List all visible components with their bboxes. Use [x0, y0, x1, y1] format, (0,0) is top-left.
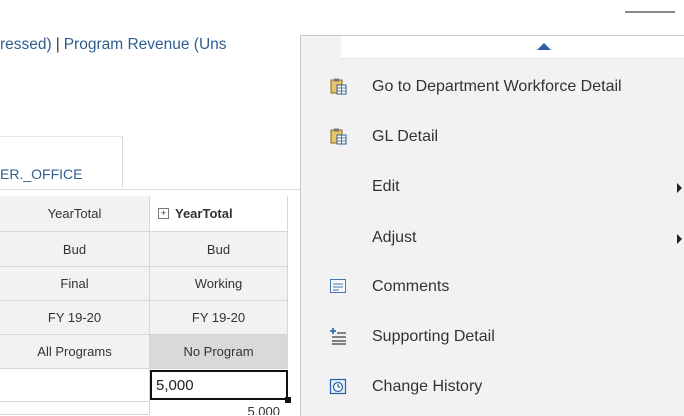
clipboard-grid-icon: [330, 78, 347, 95]
col-header-version: Final: [0, 267, 150, 301]
menu-item-change-history[interactable]: Change History: [301, 365, 684, 411]
window-minimize-line: [625, 11, 675, 13]
tab-separator: |: [55, 36, 60, 53]
col-header-yeartotal: YearTotal: [0, 196, 150, 232]
menu-item-label: Comments: [372, 278, 450, 295]
comment-note-icon: [330, 279, 346, 293]
selected-data-cell[interactable]: 5,000: [150, 370, 291, 403]
col-header-year: FY 19-20: [150, 301, 288, 335]
menu-item-label: Edit: [372, 178, 400, 195]
menu-item-comments[interactable]: Comments: [301, 265, 684, 311]
menu-scroll-up[interactable]: [341, 36, 684, 59]
menu-item-label: Change History: [372, 378, 483, 395]
col-header-scenario: Bud: [0, 232, 150, 267]
menu-item-department-workforce-detail[interactable]: Go to Department Workforce Detail: [301, 65, 684, 111]
data-cell-value[interactable]: 5,000: [150, 402, 288, 415]
menu-item-gl-detail[interactable]: GL Detail: [301, 115, 684, 161]
data-cell[interactable]: [0, 402, 150, 415]
col-header-program: All Programs: [0, 335, 150, 369]
scroll-up-arrow-icon[interactable]: [537, 43, 551, 50]
data-cell[interactable]: [0, 369, 150, 402]
clipboard-grid-icon: [330, 128, 347, 145]
tab-title-previous[interactable]: ressed): [0, 36, 52, 53]
form-tab-titles: ressed) | Program Revenue (Uns: [0, 36, 227, 56]
menu-item-edit[interactable]: Edit: [301, 165, 684, 211]
menu-item-supporting-detail[interactable]: Supporting Detail: [301, 315, 684, 361]
tab-title-program-revenue[interactable]: Program Revenue (Uns: [64, 36, 227, 53]
col-header-program: No Program: [150, 335, 288, 369]
col-header-label: YearTotal: [175, 206, 233, 221]
col-header-scenario: Bud: [150, 232, 288, 267]
pov-divider: [0, 189, 300, 190]
col-header-yeartotal-expandable[interactable]: + YearTotal: [150, 196, 288, 232]
menu-item-label: Go to Department Workforce Detail: [372, 78, 622, 95]
pov-dimension-label[interactable]: ER._OFFICE: [0, 166, 82, 182]
supporting-detail-icon: [330, 328, 346, 345]
submenu-arrow-icon: [677, 183, 682, 193]
menu-item-label: Adjust: [372, 229, 417, 246]
history-clock-icon: [329, 378, 347, 395]
menu-item-label: GL Detail: [372, 128, 439, 145]
cell-value: 5,000: [156, 377, 194, 394]
context-menu: Go to Department Workforce Detail GL Det…: [300, 35, 684, 416]
col-header-version: Working: [150, 267, 288, 301]
menu-item-adjust[interactable]: Adjust: [301, 216, 684, 262]
expand-plus-icon[interactable]: +: [158, 208, 169, 219]
submenu-arrow-icon: [677, 234, 682, 244]
col-header-year: FY 19-20: [0, 301, 150, 335]
menu-item-label: Supporting Detail: [372, 328, 495, 345]
